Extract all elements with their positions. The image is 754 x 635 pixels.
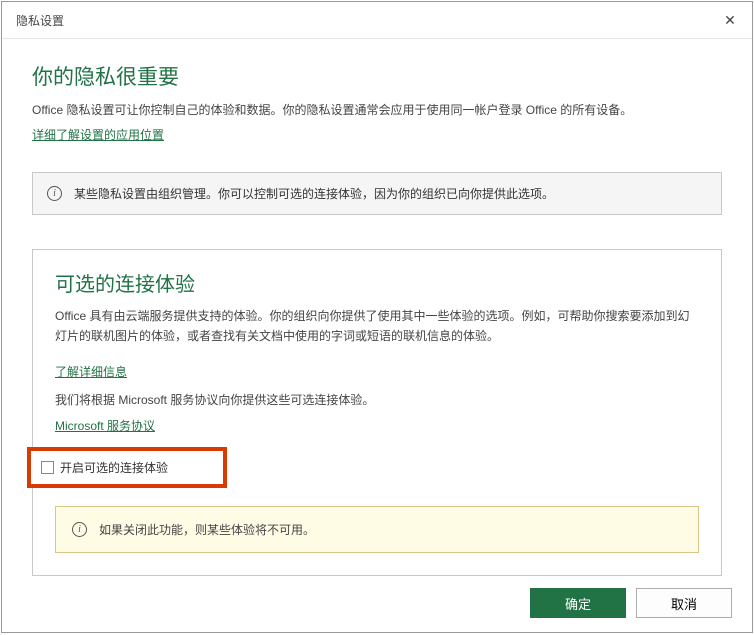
intro-body: Office 隐私设置可让你控制自己的体验和数据。你的隐私设置通常会应用于使用同… [32,101,722,120]
optional-heading: 可选的连接体验 [55,268,699,297]
service-agreement-link[interactable]: Microsoft 服务协议 [55,417,155,434]
optional-experiences-section: 可选的连接体验 Office 具有由云端服务提供支持的体验。你的组织向你提供了使… [32,249,722,575]
optional-learn-more-link[interactable]: 了解详细信息 [55,363,127,380]
emphasis-box: 开启可选的连接体验 [27,447,227,488]
ok-button[interactable]: 确定 [530,588,626,618]
intro-learn-more-link[interactable]: 详细了解设置的应用位置 [32,126,164,143]
intro-heading: 你的隐私很重要 [32,61,722,91]
enable-optional-label: 开启可选的连接体验 [60,459,168,476]
titlebar: 隐私设置 ✕ [2,2,752,39]
close-button[interactable]: ✕ [718,8,742,32]
warning-text: 如果关闭此功能，则某些体验将不可用。 [99,521,315,538]
cancel-button[interactable]: 取消 [636,588,732,618]
enable-optional-checkbox[interactable] [41,461,54,474]
info-icon: i [47,186,62,201]
optional-body: Office 具有由云端服务提供支持的体验。你的组织向你提供了使用其中一些体验的… [55,307,699,347]
warning-banner: i 如果关闭此功能，则某些体验将不可用。 [55,506,699,553]
dialog-content: 你的隐私很重要 Office 隐私设置可让你控制自己的体验和数据。你的隐私设置通… [2,39,752,576]
window-title: 隐私设置 [16,12,64,29]
agreement-intro: 我们将根据 Microsoft 服务协议向你提供这些可选连接体验。 [55,391,699,411]
close-icon: ✕ [724,12,736,29]
org-managed-banner: i 某些隐私设置由组织管理。你可以控制可选的连接体验，因为你的组织已向你提供此选… [32,172,722,215]
enable-optional-checkbox-row[interactable]: 开启可选的连接体验 [41,459,213,476]
org-managed-text: 某些隐私设置由组织管理。你可以控制可选的连接体验，因为你的组织已向你提供此选项。 [74,185,554,202]
button-bar: 确定 取消 [2,576,752,632]
checkbox-highlight: 开启可选的连接体验 [27,447,227,488]
privacy-settings-dialog: 隐私设置 ✕ 你的隐私很重要 Office 隐私设置可让你控制自己的体验和数据。… [1,1,753,633]
info-icon: i [72,522,87,537]
